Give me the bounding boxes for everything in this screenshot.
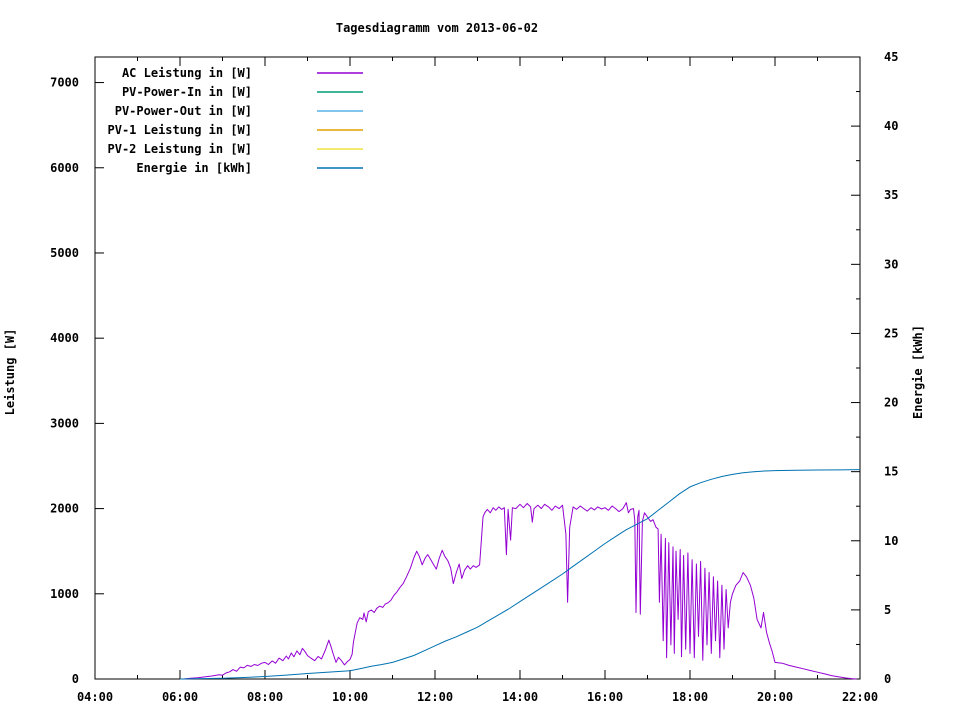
y-left-tick-label: 7000	[50, 76, 79, 90]
x-tick-label: 18:00	[672, 690, 708, 704]
x-tick-label: 12:00	[417, 690, 453, 704]
x-tick-label: 22:00	[842, 690, 878, 704]
legend-label: PV-Power-In in [W]	[122, 85, 252, 99]
legend-label: AC Leistung in [W]	[122, 66, 252, 80]
x-tick-label: 10:00	[332, 690, 368, 704]
y-right-tick-label: 45	[884, 50, 898, 64]
y-left-tick-label: 6000	[50, 161, 79, 175]
y-right-tick-label: 35	[884, 188, 898, 202]
x-tick-label: 04:00	[77, 690, 113, 704]
y-right-tick-label: 40	[884, 119, 898, 133]
y-right-tick-label: 15	[884, 465, 898, 479]
series-line-ac-leistung-in-w	[183, 502, 857, 680]
y-right-tick-label: 0	[884, 672, 891, 686]
y-left-tick-label: 1000	[50, 587, 79, 601]
x-tick-label: 14:00	[502, 690, 538, 704]
x-tick-label: 06:00	[162, 690, 198, 704]
legend-label: Energie in [kWh]	[136, 161, 252, 175]
x-tick-label: 20:00	[757, 690, 793, 704]
chart-legend: AC Leistung in [W] PV-Power-In in [W] PV-P…	[108, 66, 363, 175]
legend-label: PV-2 Leistung in [W]	[108, 142, 253, 156]
tagesdiagramm-chart: Tagesdiagramm vom 2013-06-02 Leistung [W…	[3, 21, 925, 704]
y-right-tick-label: 25	[884, 326, 898, 340]
y-left-tick-label: 0	[72, 672, 79, 686]
y-right-tick-label: 10	[884, 534, 898, 548]
y-axis-left-label: Leistung [W]	[3, 329, 17, 416]
chart-title: Tagesdiagramm vom 2013-06-02	[336, 21, 538, 35]
series-lines	[179, 469, 861, 680]
y-left-tick-label: 4000	[50, 331, 79, 345]
y-right-tick-label: 20	[884, 396, 898, 410]
y-left-tick-label: 5000	[50, 246, 79, 260]
x-tick-label: 16:00	[587, 690, 623, 704]
legend-label: PV-Power-Out in [W]	[115, 104, 252, 118]
y-right-tick-label: 30	[884, 257, 898, 271]
legend-label: PV-1 Leistung in [W]	[108, 123, 253, 137]
y-left-tick-label: 2000	[50, 502, 79, 516]
y-left-tick-label: 3000	[50, 416, 79, 430]
series-line-energie-in-kwh	[179, 469, 861, 680]
x-tick-label: 08:00	[247, 690, 283, 704]
chart-canvas: Tagesdiagramm vom 2013-06-02 Leistung [W…	[0, 0, 960, 720]
y-axis-right-label: Energie [kWh]	[911, 325, 925, 419]
y-right-tick-label: 5	[884, 603, 891, 617]
